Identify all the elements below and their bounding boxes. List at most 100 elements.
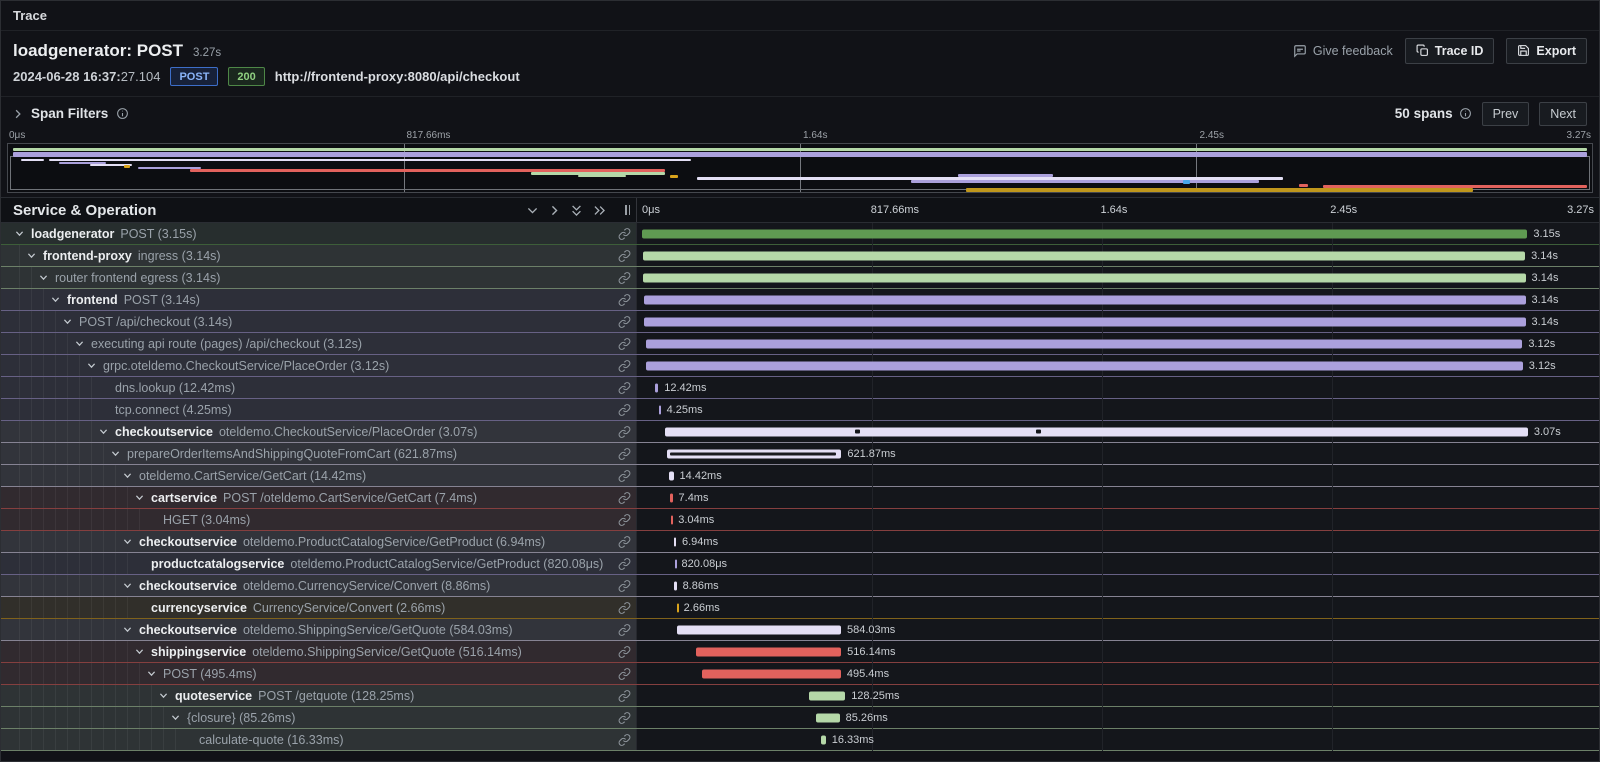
- span-name-cell[interactable]: checkoutserviceoteldemo.ProductCatalogSe…: [1, 531, 637, 552]
- expand-chevron-icon[interactable]: [39, 273, 49, 282]
- span-bar[interactable]: [643, 251, 1525, 260]
- span-bar[interactable]: [667, 449, 842, 458]
- span-bar[interactable]: [671, 515, 673, 524]
- span-row[interactable]: prepareOrderItemsAndShippingQuoteFromCar…: [1, 443, 1599, 465]
- next-button[interactable]: Next: [1539, 102, 1587, 126]
- span-link-icon[interactable]: [618, 557, 631, 570]
- span-bar-cell[interactable]: 621.87ms: [637, 443, 1599, 464]
- span-name-cell[interactable]: productcatalogserviceoteldemo.ProductCat…: [1, 553, 637, 574]
- span-bar-cell[interactable]: 3.12s: [637, 355, 1599, 376]
- span-bar-cell[interactable]: 85.26ms: [637, 707, 1599, 728]
- span-bar[interactable]: [665, 427, 1528, 436]
- span-name-cell[interactable]: checkoutserviceoteldemo.CurrencyService/…: [1, 575, 637, 596]
- expand-chevron-icon[interactable]: [159, 691, 169, 700]
- span-bar-cell[interactable]: 3.07s: [637, 421, 1599, 442]
- span-bar[interactable]: [816, 713, 840, 722]
- span-link-icon[interactable]: [618, 711, 631, 724]
- span-name-cell[interactable]: currencyserviceCurrencyService/Convert (…: [1, 597, 637, 618]
- expand-chevron-icon[interactable]: [123, 471, 133, 480]
- span-link-icon[interactable]: [618, 337, 631, 350]
- span-bar[interactable]: [677, 603, 679, 612]
- span-row[interactable]: productcatalogserviceoteldemo.ProductCat…: [1, 553, 1599, 575]
- span-link-icon[interactable]: [618, 447, 631, 460]
- span-link-icon[interactable]: [618, 491, 631, 504]
- span-bar-cell[interactable]: 3.14s: [637, 267, 1599, 288]
- span-filters-toggle[interactable]: Span Filters: [13, 106, 129, 121]
- span-bar[interactable]: [642, 229, 1527, 238]
- span-row[interactable]: cartservicePOST /oteldemo.CartService/Ge…: [1, 487, 1599, 509]
- expand-chevron-icon[interactable]: [123, 537, 133, 546]
- span-bar-cell[interactable]: 14.42ms: [637, 465, 1599, 486]
- span-bar-cell[interactable]: 7.4ms: [637, 487, 1599, 508]
- expand-chevron-icon[interactable]: [27, 251, 37, 260]
- span-bar-cell[interactable]: 3.14s: [637, 245, 1599, 266]
- span-link-icon[interactable]: [618, 227, 631, 240]
- span-link-icon[interactable]: [618, 535, 631, 548]
- span-link-icon[interactable]: [618, 469, 631, 482]
- span-name-cell[interactable]: loadgeneratorPOST (3.15s): [1, 223, 637, 244]
- chevron-right-icon[interactable]: [549, 205, 560, 216]
- expand-chevron-icon[interactable]: [123, 625, 133, 634]
- span-row[interactable]: HGET (3.04ms)3.04ms: [1, 509, 1599, 531]
- prev-button[interactable]: Prev: [1482, 102, 1530, 126]
- span-bar-cell[interactable]: 8.86ms: [637, 575, 1599, 596]
- trace-id-button[interactable]: Trace ID: [1405, 38, 1495, 64]
- span-bar-cell[interactable]: 3.14s: [637, 311, 1599, 332]
- span-row[interactable]: dns.lookup (12.42ms)12.42ms: [1, 377, 1599, 399]
- span-bar-cell[interactable]: 3.04ms: [637, 509, 1599, 530]
- span-bar[interactable]: [655, 383, 658, 392]
- span-row[interactable]: grpc.oteldemo.CheckoutService/PlaceOrder…: [1, 355, 1599, 377]
- span-name-cell[interactable]: {closure} (85.26ms): [1, 707, 637, 728]
- chevron-down-icon[interactable]: [527, 205, 538, 216]
- span-name-cell[interactable]: oteldemo.CartService/GetCart (14.42ms): [1, 465, 637, 486]
- expand-chevron-icon[interactable]: [123, 581, 133, 590]
- span-bar[interactable]: [674, 537, 676, 546]
- double-chevron-down-icon[interactable]: [571, 204, 582, 217]
- expand-chevron-icon[interactable]: [63, 317, 73, 326]
- span-row[interactable]: loadgeneratorPOST (3.15s)3.15s: [1, 223, 1599, 245]
- span-link-icon[interactable]: [618, 513, 631, 526]
- span-bar-cell[interactable]: 128.25ms: [637, 685, 1599, 706]
- span-link-icon[interactable]: [618, 601, 631, 614]
- span-bar[interactable]: [670, 493, 672, 502]
- span-bar-cell[interactable]: 3.15s: [637, 223, 1599, 244]
- span-bar-cell[interactable]: 820.08μs: [637, 553, 1599, 574]
- span-bar[interactable]: [696, 647, 841, 656]
- span-name-cell[interactable]: shippingserviceoteldemo.ShippingService/…: [1, 641, 637, 662]
- span-bar[interactable]: [644, 317, 1525, 326]
- span-bar[interactable]: [646, 339, 1523, 348]
- span-row[interactable]: tcp.connect (4.25ms)4.25ms: [1, 399, 1599, 421]
- minimap-canvas[interactable]: [7, 143, 1593, 193]
- span-row[interactable]: shippingserviceoteldemo.ShippingService/…: [1, 641, 1599, 663]
- info-icon[interactable]: [116, 107, 129, 120]
- span-link-icon[interactable]: [618, 733, 631, 746]
- span-row[interactable]: {closure} (85.26ms)85.26ms: [1, 707, 1599, 729]
- span-bar[interactable]: [646, 361, 1523, 370]
- double-chevron-right-icon[interactable]: [593, 205, 606, 216]
- span-name-cell[interactable]: HGET (3.04ms): [1, 509, 637, 530]
- expand-chevron-icon[interactable]: [147, 669, 157, 678]
- span-link-icon[interactable]: [618, 403, 631, 416]
- span-bar[interactable]: [643, 273, 1525, 282]
- span-name-cell[interactable]: prepareOrderItemsAndShippingQuoteFromCar…: [1, 443, 637, 464]
- span-row[interactable]: frontendPOST (3.14s)3.14s: [1, 289, 1599, 311]
- span-bar-cell[interactable]: 3.12s: [637, 333, 1599, 354]
- span-row[interactable]: currencyserviceCurrencyService/Convert (…: [1, 597, 1599, 619]
- span-bar-cell[interactable]: 3.14s: [637, 289, 1599, 310]
- expand-chevron-icon[interactable]: [51, 295, 61, 304]
- span-bar-cell[interactable]: 4.25ms: [637, 399, 1599, 420]
- span-bar[interactable]: [821, 735, 826, 744]
- span-row[interactable]: executing api route (pages) /api/checkou…: [1, 333, 1599, 355]
- span-bar-cell[interactable]: 6.94ms: [637, 531, 1599, 552]
- give-feedback-link[interactable]: Give feedback: [1293, 44, 1393, 58]
- panel-resize-handle[interactable]: [625, 205, 630, 215]
- span-name-cell[interactable]: POST (495.4ms): [1, 663, 637, 684]
- span-link-icon[interactable]: [618, 293, 631, 306]
- span-name-cell[interactable]: dns.lookup (12.42ms): [1, 377, 637, 398]
- span-name-cell[interactable]: cartservicePOST /oteldemo.CartService/Ge…: [1, 487, 637, 508]
- expand-chevron-icon[interactable]: [135, 647, 145, 656]
- export-button[interactable]: Export: [1506, 38, 1587, 64]
- span-bar-cell[interactable]: 2.66ms: [637, 597, 1599, 618]
- span-row[interactable]: POST (495.4ms)495.4ms: [1, 663, 1599, 685]
- span-link-icon[interactable]: [618, 249, 631, 262]
